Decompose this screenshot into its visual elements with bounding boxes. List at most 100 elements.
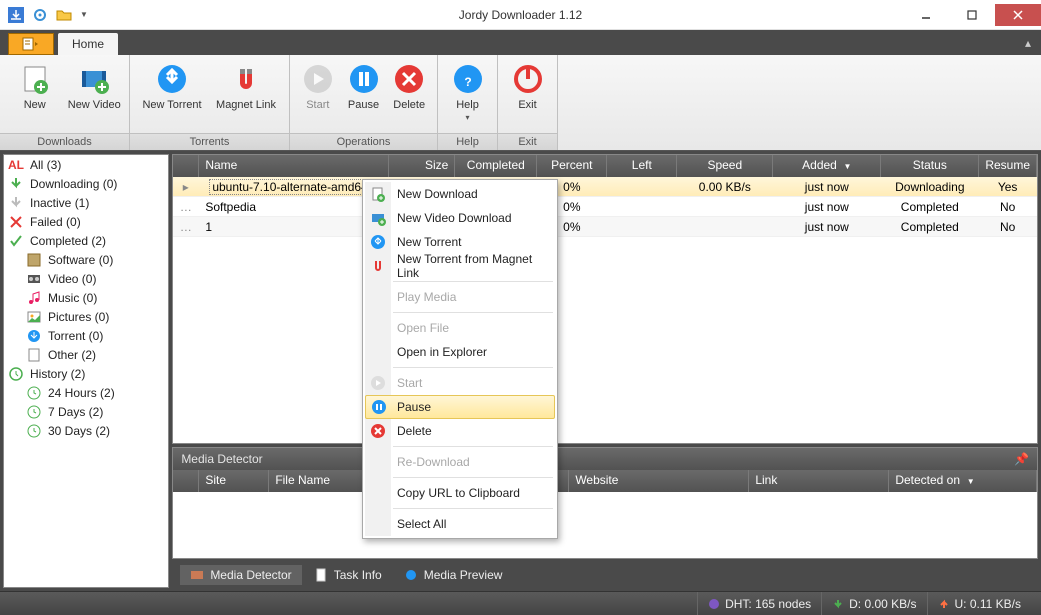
sidebar-item-torrent[interactable]: Torrent (0): [4, 326, 168, 345]
gear-icon[interactable]: [32, 7, 48, 23]
clock-icon: [26, 404, 42, 420]
col-percent[interactable]: Percent: [537, 155, 607, 177]
ctx-start: Start: [365, 371, 555, 395]
up-arrow-icon: [938, 598, 950, 610]
dropdown-arrow-icon[interactable]: ▼: [80, 10, 88, 19]
film-plus-icon: [370, 210, 386, 226]
sidebar-item-24h[interactable]: 24 Hours (2): [4, 383, 168, 402]
status-dht: DHT: 165 nodes: [697, 592, 821, 615]
col-site[interactable]: Site: [199, 470, 269, 492]
sidebar: ALLAll (3) Downloading (0) Inactive (1) …: [3, 154, 169, 588]
pin-icon[interactable]: 📌: [1014, 452, 1029, 466]
ctx-delete[interactable]: Delete: [365, 419, 555, 443]
col-name[interactable]: Name: [199, 155, 389, 177]
sidebar-item-all[interactable]: ALLAll (3): [4, 155, 168, 174]
ribbon-group-exit: Exit: [498, 133, 557, 150]
new-video-button[interactable]: New Video: [66, 59, 124, 129]
downloads-header: Name Size Completed Percent Left Speed A…: [173, 155, 1037, 177]
ribbon: New New Video Downloads New Torrent Magn…: [0, 55, 1041, 151]
music-icon: [26, 290, 42, 306]
col-website[interactable]: Website: [569, 470, 749, 492]
exit-button[interactable]: Exit: [504, 59, 551, 129]
inactive-icon: [8, 195, 24, 211]
clipboard-icon: [314, 568, 328, 582]
titlebar: ▼ Jordy Downloader 1.12: [0, 0, 1041, 30]
ctx-copy-url[interactable]: Copy URL to Clipboard: [365, 481, 555, 505]
sidebar-item-history[interactable]: History (2): [4, 364, 168, 383]
file-menu-button[interactable]: [8, 33, 54, 55]
software-icon: [26, 252, 42, 268]
col-resume[interactable]: Resume: [979, 155, 1037, 177]
ctx-pause[interactable]: Pause: [365, 395, 555, 419]
new-download-button[interactable]: New: [6, 59, 64, 129]
ctx-new-download[interactable]: New Download: [365, 182, 555, 206]
new-torrent-button[interactable]: New Torrent: [136, 59, 208, 129]
sidebar-item-failed[interactable]: Failed (0): [4, 212, 168, 231]
app-icon: [8, 7, 24, 23]
col-added[interactable]: Added ▼: [773, 155, 881, 177]
col-completed[interactable]: Completed: [455, 155, 537, 177]
media-detector-panel: Media Detector 📌 Site File Name Website …: [172, 447, 1038, 559]
sidebar-item-other[interactable]: Other (2): [4, 345, 168, 364]
picture-icon: [26, 309, 42, 325]
col-size[interactable]: Size: [389, 155, 455, 177]
svg-text:?: ?: [464, 75, 471, 89]
table-row[interactable]: … Softpedia 0% just now Completed No: [173, 197, 1037, 217]
video-icon: [26, 271, 42, 287]
delete-button[interactable]: Delete: [387, 59, 431, 129]
down-arrow-icon: [832, 598, 844, 610]
magnet-icon: [370, 258, 386, 274]
failed-icon: [8, 214, 24, 230]
ctx-new-torrent[interactable]: New Torrent: [365, 230, 555, 254]
sidebar-item-pictures[interactable]: Pictures (0): [4, 307, 168, 326]
ctx-new-video-download[interactable]: New Video Download: [365, 206, 555, 230]
sidebar-item-software[interactable]: Software (0): [4, 250, 168, 269]
sidebar-item-downloading[interactable]: Downloading (0): [4, 174, 168, 193]
pause-icon: [371, 399, 387, 415]
sidebar-item-30d[interactable]: 30 Days (2): [4, 421, 168, 440]
magnet-link-button[interactable]: Magnet Link: [210, 59, 282, 129]
media-detector-title: Media Detector: [181, 452, 262, 466]
col-status[interactable]: Status: [881, 155, 979, 177]
ctx-new-torrent-magnet[interactable]: New Torrent from Magnet Link: [365, 254, 555, 278]
play-icon: [370, 375, 386, 391]
ctx-select-all[interactable]: Select All: [365, 512, 555, 536]
ribbon-group-downloads: Downloads: [0, 133, 129, 150]
tab-task-info[interactable]: Task Info: [304, 565, 392, 585]
statusbar: DHT: 165 nodes D: 0.00 KB/s U: 0.11 KB/s: [0, 591, 1041, 615]
delete-icon: [370, 423, 386, 439]
sidebar-item-music[interactable]: Music (0): [4, 288, 168, 307]
start-button[interactable]: Start: [296, 59, 340, 129]
help-button[interactable]: ? Help ▾: [444, 59, 491, 129]
ribbon-collapse-button[interactable]: ▴: [1025, 36, 1031, 50]
col-detected[interactable]: Detected on ▼: [889, 470, 1037, 492]
minimize-button[interactable]: [903, 4, 949, 26]
tab-home[interactable]: Home: [58, 33, 118, 55]
col-left[interactable]: Left: [607, 155, 677, 177]
close-button[interactable]: [995, 4, 1041, 26]
folder-icon[interactable]: [56, 7, 72, 23]
dht-icon: [708, 598, 720, 610]
table-row[interactable]: ▸ ubuntu-7.10-alternate-amd64.iso 693.79…: [173, 177, 1037, 197]
sidebar-item-7d[interactable]: 7 Days (2): [4, 402, 168, 421]
pause-button[interactable]: Pause: [342, 59, 386, 129]
ribbon-tab-strip: Home ▴: [0, 30, 1041, 55]
media-icon: [190, 568, 204, 582]
sidebar-item-video[interactable]: Video (0): [4, 269, 168, 288]
download-arrow-icon: [8, 176, 24, 192]
sidebar-item-completed[interactable]: Completed (2): [4, 231, 168, 250]
maximize-button[interactable]: [949, 4, 995, 26]
svg-text:ALL: ALL: [8, 158, 24, 172]
history-icon: [8, 366, 24, 382]
other-icon: [26, 347, 42, 363]
tab-media-preview[interactable]: Media Preview: [394, 565, 513, 585]
col-link[interactable]: Link: [749, 470, 889, 492]
status-upload: U: 0.11 KB/s: [927, 592, 1031, 615]
col-speed[interactable]: Speed: [677, 155, 773, 177]
sidebar-item-inactive[interactable]: Inactive (1): [4, 193, 168, 212]
table-row[interactable]: … 1 0% just now Completed No: [173, 217, 1037, 237]
ctx-open-explorer[interactable]: Open in Explorer: [365, 340, 555, 364]
tab-media-detector[interactable]: Media Detector: [180, 565, 301, 585]
torrent-icon: [370, 234, 386, 250]
window-title: Jordy Downloader 1.12: [459, 8, 582, 22]
